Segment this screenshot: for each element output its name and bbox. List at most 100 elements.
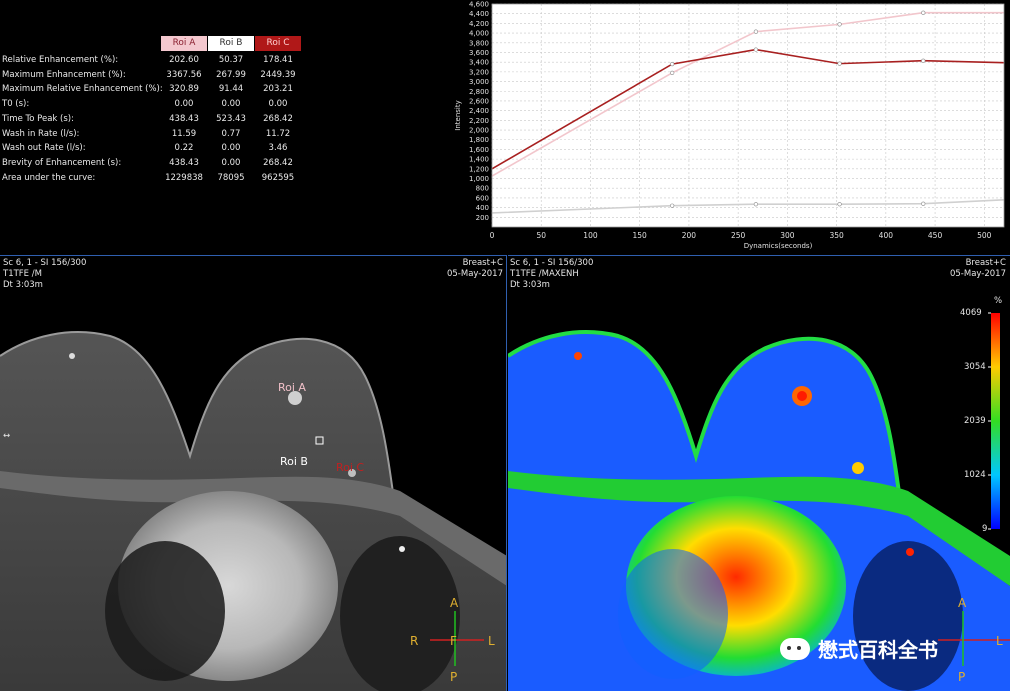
table-cell: 0.00 xyxy=(268,99,288,110)
colorbar-tick-max: 4069 xyxy=(960,308,982,318)
y-tick-label: 1,200 xyxy=(469,165,489,173)
table-cell: 0.00 xyxy=(174,99,194,110)
left-orientation-foot: F xyxy=(450,634,457,648)
y-tick-label: 200 xyxy=(476,214,489,222)
intensity-time-curve-chart: 200 400 600800 1,000 1,2001,400 1,600 1,8002,0… xyxy=(454,1,1005,250)
right-mri-viewport[interactable]: Sc 6, 1 - SI 156/300 T1TFE /MAXENH Dt 3:… xyxy=(508,255,1010,691)
table-row-label: Wash out Rate (l/s): xyxy=(2,143,86,154)
x-tick-label: 400 xyxy=(879,231,894,240)
table-cell: 962595 xyxy=(261,172,295,183)
y-tick-label: 4,000 xyxy=(469,30,489,38)
table-row-label: Time To Peak (s): xyxy=(2,113,74,124)
y-tick-label: 1,400 xyxy=(469,156,489,164)
x-tick-label: 250 xyxy=(731,231,746,240)
x-tick-label: 50 xyxy=(536,231,546,240)
table-header-roi-a[interactable]: Roi A xyxy=(161,36,207,51)
x-tick-label: 150 xyxy=(633,231,648,240)
table-cell: 438.43 xyxy=(169,157,199,168)
series-point xyxy=(670,62,675,67)
roi-parameter-table: Roi A Roi B Roi C Relative Enhancement (… xyxy=(0,36,310,196)
table-cell: 2449.39 xyxy=(260,69,296,80)
right-view-series-info: Sc 6, 1 - SI 156/300 xyxy=(510,258,594,268)
right-view-protocol: Breast+C xyxy=(965,258,1006,268)
y-tick-label: 1,800 xyxy=(469,136,489,144)
table-cell: 11.72 xyxy=(265,128,291,139)
left-view-time: Dt 3:03m xyxy=(3,280,43,290)
table-cell: 91.44 xyxy=(218,84,244,95)
table-row-label: Maximum Relative Enhancement (%): xyxy=(2,84,163,95)
y-tick-label: 3,400 xyxy=(469,59,489,67)
series-point xyxy=(921,10,926,15)
y-tick-label: 3,200 xyxy=(469,68,489,76)
table-cell: 0.77 xyxy=(221,128,241,139)
y-tick-label: 4,200 xyxy=(469,20,489,28)
roi-b-label[interactable]: Roi B xyxy=(280,455,308,468)
table-cell: 267.99 xyxy=(216,69,246,80)
roi-c-label[interactable]: Roi C xyxy=(336,461,364,474)
x-tick-label: 450 xyxy=(928,231,943,240)
table-row-label: T0 (s): xyxy=(2,99,30,110)
left-view-date: 05-May-2017 xyxy=(446,269,503,279)
x-tick-label: 100 xyxy=(583,231,598,240)
left-orientation-left: L xyxy=(488,634,495,648)
y-tick-label: 600 xyxy=(476,194,489,202)
y-tick-label: 4,400 xyxy=(469,10,489,18)
roi-a-label[interactable]: Roi A xyxy=(278,381,306,394)
colorbar-tick-min: 9 xyxy=(982,524,988,534)
left-mri-viewport[interactable]: Sc 6, 1 - SI 156/300 T1TFE /M Dt 3:03m B… xyxy=(0,255,507,691)
series-point xyxy=(753,202,758,207)
mri-color-map-image xyxy=(508,312,1010,691)
table-row-label: Relative Enhancement (%): xyxy=(2,55,119,65)
right-view-time: Dt 3:03m xyxy=(510,280,550,290)
y-tick-label: 2,400 xyxy=(469,107,489,115)
table-header-roi-c[interactable]: Roi C xyxy=(255,36,301,51)
y-tick-label: 4,600 xyxy=(469,1,489,9)
y-tick-label: 400 xyxy=(476,204,489,212)
left-view-protocol: Breast+C xyxy=(462,258,503,268)
y-tick-label: 2,200 xyxy=(469,117,489,125)
x-axis-label: Dynamics(seconds) xyxy=(744,242,813,250)
right-orientation-left: L xyxy=(996,634,1003,648)
table-cell: 202.60 xyxy=(169,55,199,65)
table-cell: 78095 xyxy=(217,172,245,183)
left-orientation-right: R xyxy=(410,634,419,648)
table-cell: 11.59 xyxy=(171,128,197,139)
table-cell: 0.22 xyxy=(174,143,194,154)
left-view-series-info: Sc 6, 1 - SI 156/300 xyxy=(3,258,87,268)
right-orientation-posterior: P xyxy=(958,670,966,684)
left-orientation-anterior: A xyxy=(450,596,459,610)
colorbar-tick-3: 2039 xyxy=(964,416,986,426)
table-cell: 50.37 xyxy=(218,55,244,65)
mri-grayscale-image xyxy=(0,331,506,691)
colorbar-unit: % xyxy=(994,296,1003,306)
left-edge-marker: ↔ xyxy=(3,431,11,441)
series-point xyxy=(837,202,842,207)
colorbar-tick-2: 3054 xyxy=(964,362,986,372)
y-tick-label: 3,800 xyxy=(469,39,489,47)
y-tick-label: 3,000 xyxy=(469,78,489,86)
table-row-label: Area under the curve: xyxy=(2,172,96,183)
table-cell: 268.42 xyxy=(263,157,293,168)
y-tick-label: 800 xyxy=(476,185,489,193)
series-point xyxy=(921,58,926,63)
table-row-label: Maximum Enhancement (%): xyxy=(2,69,126,80)
x-tick-label: 0 xyxy=(490,231,495,240)
table-cell: 0.00 xyxy=(221,157,241,168)
wechat-watermark: 懋式百科全书 xyxy=(780,634,938,663)
series-point xyxy=(753,47,758,52)
x-tick-label: 200 xyxy=(682,231,697,240)
left-orientation-posterior: P xyxy=(450,670,458,684)
table-cell: 320.89 xyxy=(169,84,199,95)
table-cell: 268.42 xyxy=(263,113,293,124)
table-cell: 178.41 xyxy=(263,55,293,65)
right-orientation-anterior: A xyxy=(958,596,967,610)
right-view-date: 05-May-2017 xyxy=(949,269,1006,279)
x-tick-label: 350 xyxy=(829,231,844,240)
table-row-label: Wash in Rate (l/s): xyxy=(2,128,80,139)
table-header-roi-b[interactable]: Roi B xyxy=(208,36,254,51)
colorbar-tick-4: 1024 xyxy=(964,470,986,480)
table-cell: 3367.56 xyxy=(166,69,202,80)
watermark-text: 懋式百科全书 xyxy=(818,638,938,662)
series-point xyxy=(837,61,842,66)
table-cell: 0.00 xyxy=(221,99,241,110)
